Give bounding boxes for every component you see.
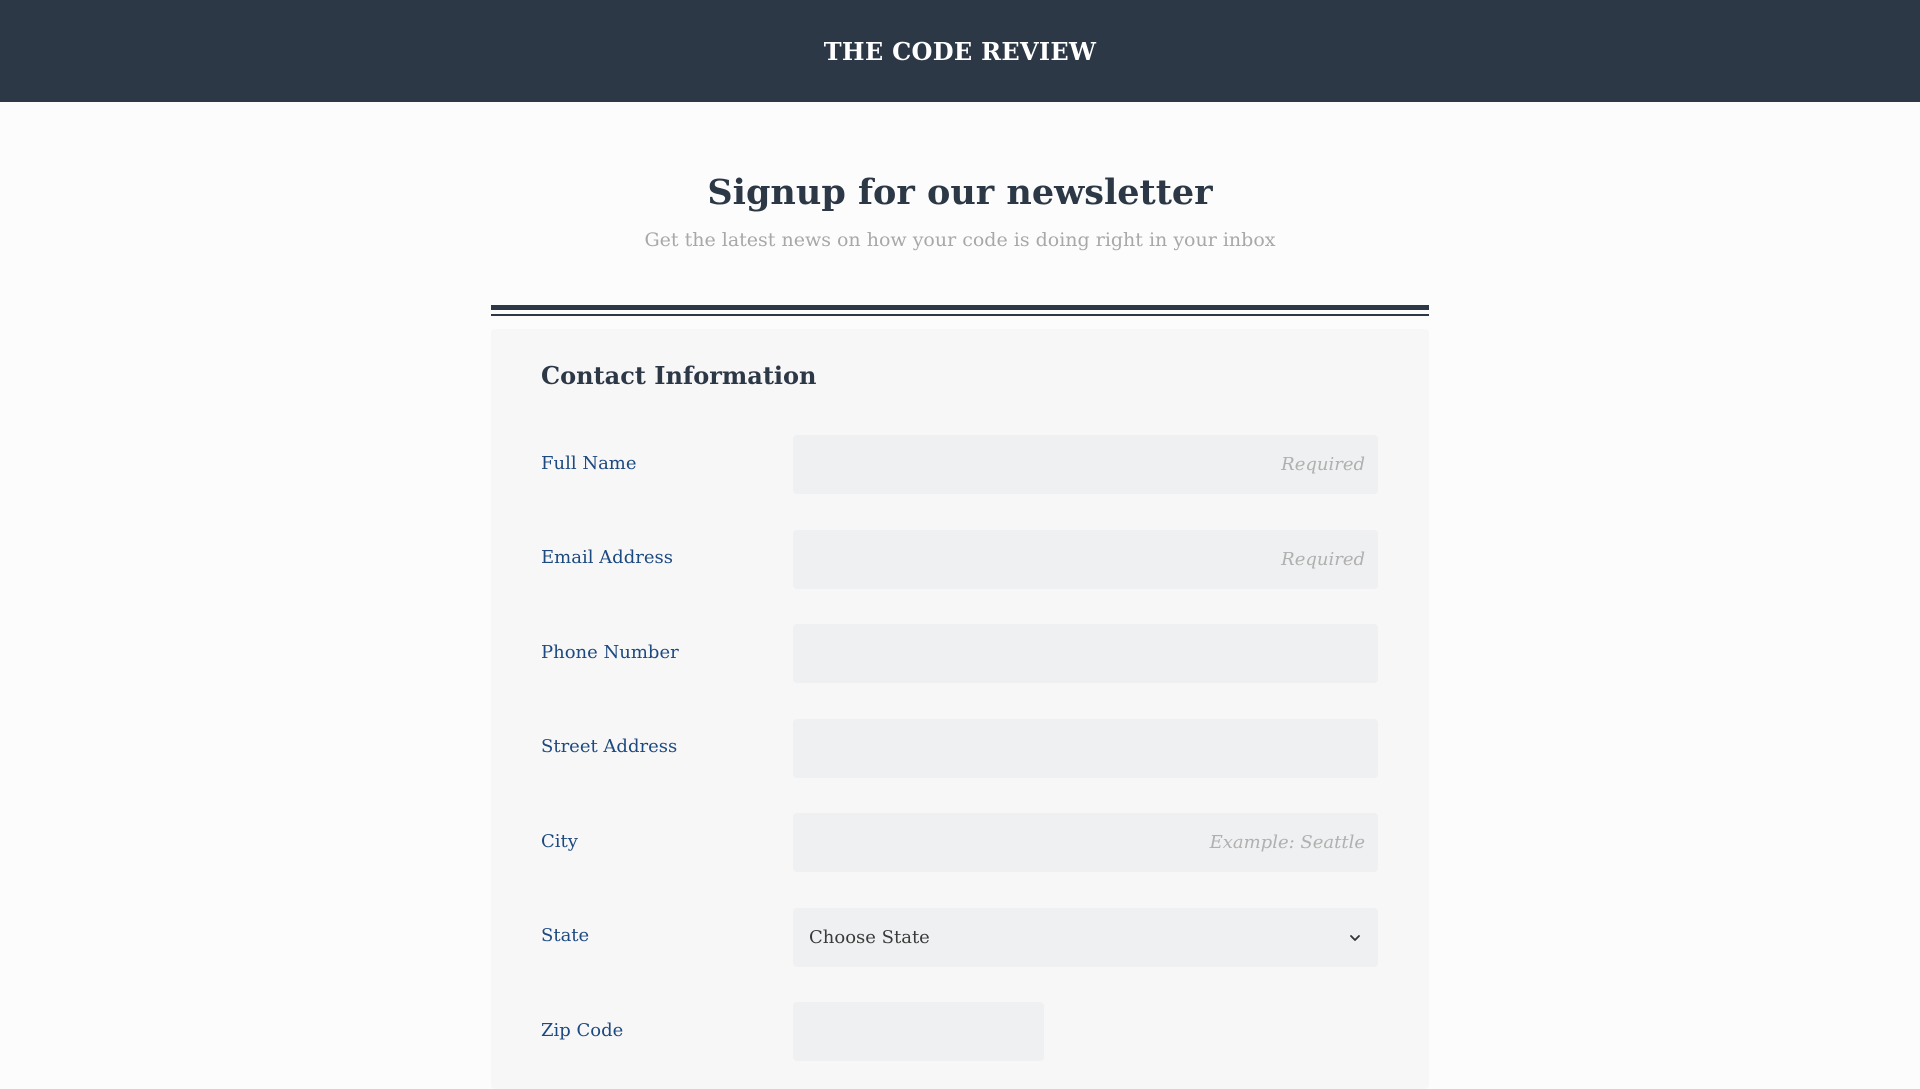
divider-thick-line (491, 305, 1429, 310)
email-input[interactable] (793, 530, 1378, 589)
email-label: Email Address (541, 547, 673, 568)
site-brand[interactable]: THE CODE REVIEW (824, 37, 1096, 66)
street-label: Street Address (541, 736, 678, 757)
zip-input[interactable] (793, 1002, 1044, 1061)
street-input[interactable] (793, 719, 1378, 778)
site-header: THE CODE REVIEW (0, 0, 1920, 102)
chevron-down-icon (1350, 934, 1360, 941)
section-divider (491, 305, 1429, 317)
full-name-input[interactable] (793, 435, 1378, 494)
page-title: Signup for our newsletter (707, 172, 1213, 213)
phone-label: Phone Number (541, 642, 679, 663)
section-title: Contact Information (541, 361, 817, 390)
phone-input[interactable] (793, 624, 1378, 683)
page-subtitle: Get the latest news on how your code is … (644, 229, 1276, 251)
divider-thin-line (491, 314, 1429, 316)
zip-label: Zip Code (541, 1020, 624, 1041)
contact-form: Contact Information Full Name Email Addr… (491, 329, 1429, 1089)
state-selected-value: Choose State (809, 927, 930, 948)
state-label: State (541, 925, 590, 946)
city-input[interactable] (793, 813, 1378, 872)
city-label: City (541, 831, 578, 852)
state-select[interactable]: Choose State (793, 908, 1378, 967)
full-name-label: Full Name (541, 453, 637, 474)
